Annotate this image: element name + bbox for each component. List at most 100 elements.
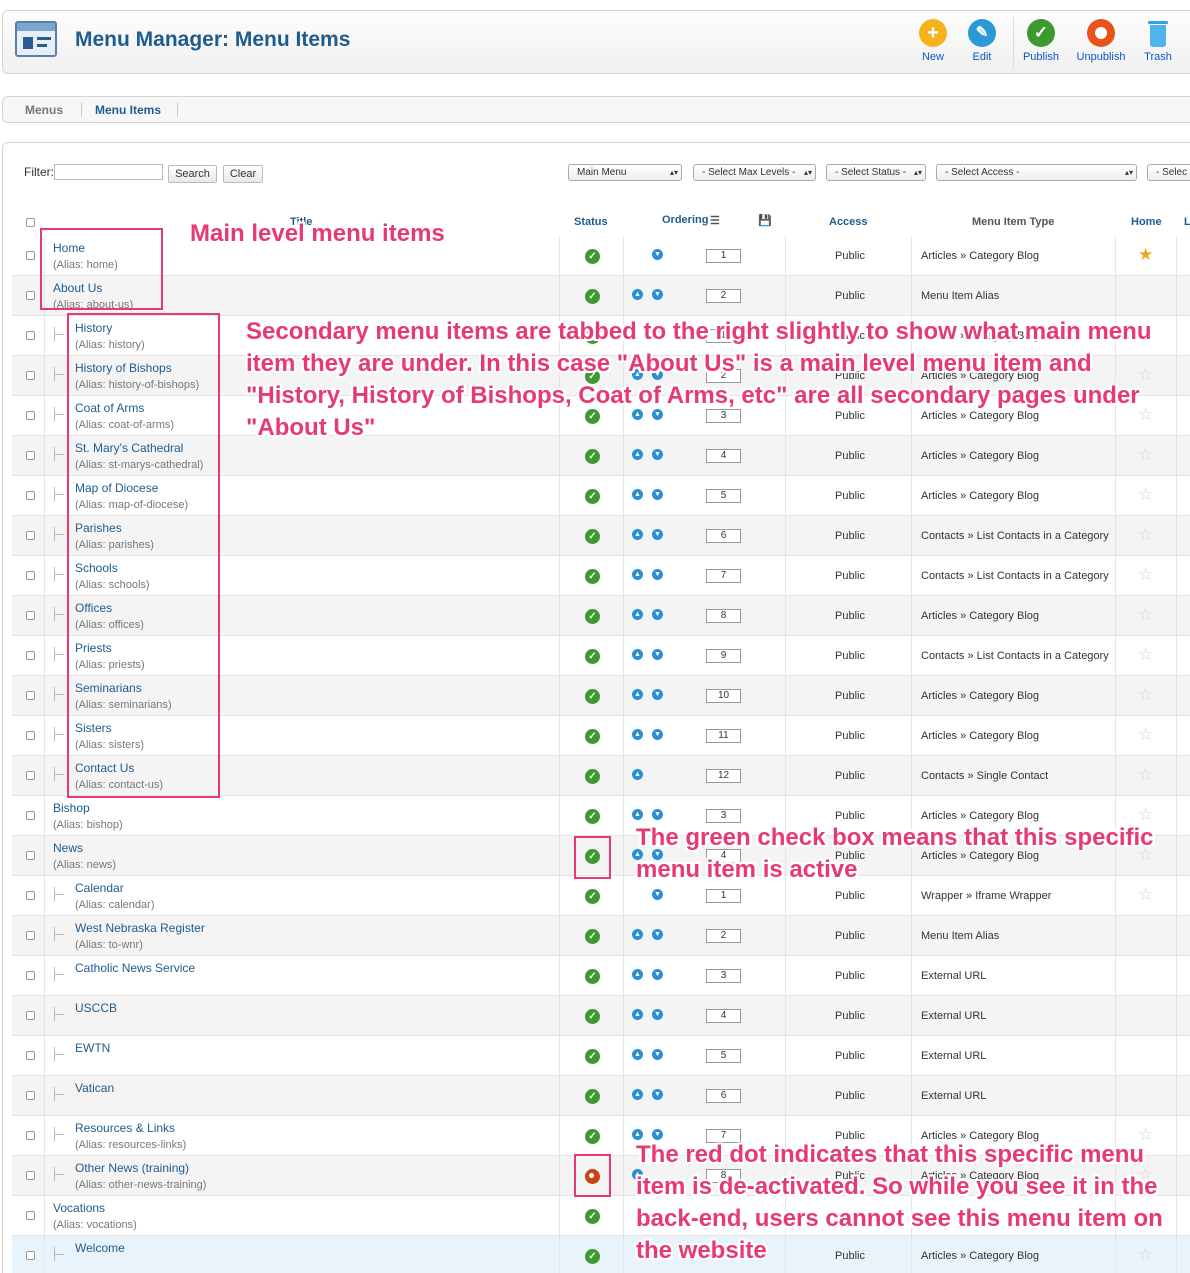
ordering-input[interactable]: 2	[706, 929, 741, 943]
select-all-checkbox[interactable]	[26, 218, 35, 227]
menu-item-title-link[interactable]: EWTN	[75, 1041, 110, 1055]
menu-item-title-link[interactable]: Bishop	[53, 801, 90, 815]
save-order-icon[interactable]: 💾	[758, 214, 772, 227]
row-checkbox[interactable]	[26, 611, 35, 620]
set-home-star-icon[interactable]: ☆	[1138, 646, 1153, 664]
search-button[interactable]: Search	[168, 165, 217, 183]
published-check-icon[interactable]: ✓	[585, 1129, 600, 1144]
published-check-icon[interactable]: ✓	[585, 889, 600, 904]
row-checkbox[interactable]	[26, 411, 35, 420]
move-up-icon[interactable]: ▲	[632, 649, 643, 660]
published-check-icon[interactable]: ✓	[585, 689, 600, 704]
col-ordering[interactable]: Ordering	[662, 214, 708, 226]
move-up-icon[interactable]: ▲	[632, 609, 643, 620]
row-checkbox[interactable]	[26, 291, 35, 300]
row-checkbox[interactable]	[26, 371, 35, 380]
set-home-star-icon[interactable]: ☆	[1138, 766, 1153, 784]
move-up-icon[interactable]: ▲	[632, 569, 643, 580]
col-access[interactable]: Access	[829, 216, 868, 228]
ordering-input[interactable]: 10	[706, 689, 741, 703]
set-home-star-icon[interactable]: ☆	[1138, 566, 1153, 584]
published-check-icon[interactable]: ✓	[585, 929, 600, 944]
ordering-input[interactable]: 6	[706, 1089, 741, 1103]
move-up-icon[interactable]: ▲	[632, 1089, 643, 1100]
ordering-input[interactable]: 5	[706, 489, 741, 503]
row-checkbox[interactable]	[26, 651, 35, 660]
ordering-input[interactable]: 11	[706, 729, 741, 743]
published-check-icon[interactable]: ✓	[585, 289, 600, 304]
move-down-icon[interactable]: ▼	[652, 249, 663, 260]
submenu-menu-items[interactable]: Menu Items	[95, 103, 161, 117]
published-check-icon[interactable]: ✓	[585, 249, 600, 264]
ordering-input[interactable]: 1	[706, 889, 741, 903]
set-home-star-icon[interactable]: ☆	[1138, 446, 1153, 464]
move-up-icon[interactable]: ▲	[632, 489, 643, 500]
row-checkbox[interactable]	[26, 691, 35, 700]
max-levels-select[interactable]: - Select Max Levels - ▴▾	[693, 164, 816, 181]
row-checkbox[interactable]	[26, 891, 35, 900]
ordering-input[interactable]: 4	[706, 1009, 741, 1023]
move-down-icon[interactable]: ▼	[652, 809, 663, 820]
trash-button[interactable]: Trash	[1130, 19, 1186, 63]
submenu-menus[interactable]: Menus	[25, 103, 63, 117]
menu-item-title-link[interactable]: Vocations	[53, 1201, 105, 1215]
new-button[interactable]: + New	[905, 19, 961, 63]
row-checkbox[interactable]	[26, 811, 35, 820]
edit-button[interactable]: ✎ Edit	[954, 19, 1010, 63]
move-up-icon[interactable]: ▲	[632, 289, 643, 300]
menu-item-title-link[interactable]: Vatican	[75, 1081, 114, 1095]
menu-item-title-link[interactable]: Calendar	[75, 881, 124, 895]
move-up-icon[interactable]: ▲	[632, 929, 643, 940]
ordering-input[interactable]: 6	[706, 529, 741, 543]
row-checkbox[interactable]	[26, 1091, 35, 1100]
published-check-icon[interactable]: ✓	[585, 1209, 600, 1224]
published-check-icon[interactable]: ✓	[585, 1049, 600, 1064]
move-down-icon[interactable]: ▼	[652, 1089, 663, 1100]
move-down-icon[interactable]: ▼	[652, 449, 663, 460]
row-checkbox[interactable]	[26, 1251, 35, 1260]
col-home[interactable]: Home	[1131, 216, 1162, 228]
ordering-input[interactable]: 7	[706, 569, 741, 583]
row-checkbox[interactable]	[26, 1051, 35, 1060]
set-home-star-icon[interactable]: ☆	[1138, 886, 1153, 904]
menu-item-title-link[interactable]: West Nebraska Register	[75, 921, 205, 935]
row-checkbox[interactable]	[26, 1131, 35, 1140]
row-checkbox[interactable]	[26, 731, 35, 740]
move-up-icon[interactable]: ▲	[632, 729, 643, 740]
row-checkbox[interactable]	[26, 251, 35, 260]
ordering-input[interactable]: 2	[706, 289, 741, 303]
published-check-icon[interactable]: ✓	[585, 1009, 600, 1024]
default-home-star-icon[interactable]: ★	[1138, 246, 1153, 264]
menu-item-title-link[interactable]: Catholic News Service	[75, 961, 195, 975]
move-up-icon[interactable]: ▲	[632, 1009, 643, 1020]
move-down-icon[interactable]: ▼	[652, 569, 663, 580]
move-down-icon[interactable]: ▼	[652, 929, 663, 940]
move-down-icon[interactable]: ▼	[652, 489, 663, 500]
published-check-icon[interactable]: ✓	[585, 609, 600, 624]
menu-item-title-link[interactable]: USCCB	[75, 1001, 117, 1015]
ordering-input[interactable]: 3	[706, 809, 741, 823]
ordering-input[interactable]: 1	[706, 249, 741, 263]
menu-item-title-link[interactable]: Welcome	[75, 1241, 125, 1255]
move-down-icon[interactable]: ▼	[652, 1009, 663, 1020]
unpublish-button[interactable]: Unpublish	[1073, 19, 1129, 63]
row-checkbox[interactable]	[26, 931, 35, 940]
published-check-icon[interactable]: ✓	[585, 809, 600, 824]
menu-select[interactable]: Main Menu ▴▾	[568, 164, 682, 181]
published-check-icon[interactable]: ✓	[585, 1249, 600, 1264]
set-home-star-icon[interactable]: ☆	[1138, 606, 1153, 624]
published-check-icon[interactable]: ✓	[585, 489, 600, 504]
move-up-icon[interactable]: ▲	[632, 529, 643, 540]
filter-input[interactable]	[54, 164, 163, 180]
published-check-icon[interactable]: ✓	[585, 569, 600, 584]
row-checkbox[interactable]	[26, 451, 35, 460]
move-down-icon[interactable]: ▼	[652, 729, 663, 740]
language-select[interactable]: - Selec	[1147, 164, 1190, 181]
set-home-star-icon[interactable]: ☆	[1138, 686, 1153, 704]
menu-item-title-link[interactable]: News	[53, 841, 83, 855]
published-check-icon[interactable]: ✓	[585, 1089, 600, 1104]
move-down-icon[interactable]: ▼	[652, 609, 663, 620]
ordering-input[interactable]: 5	[706, 1049, 741, 1063]
published-check-icon[interactable]: ✓	[585, 449, 600, 464]
menu-item-title-link[interactable]: Resources & Links	[75, 1121, 175, 1135]
